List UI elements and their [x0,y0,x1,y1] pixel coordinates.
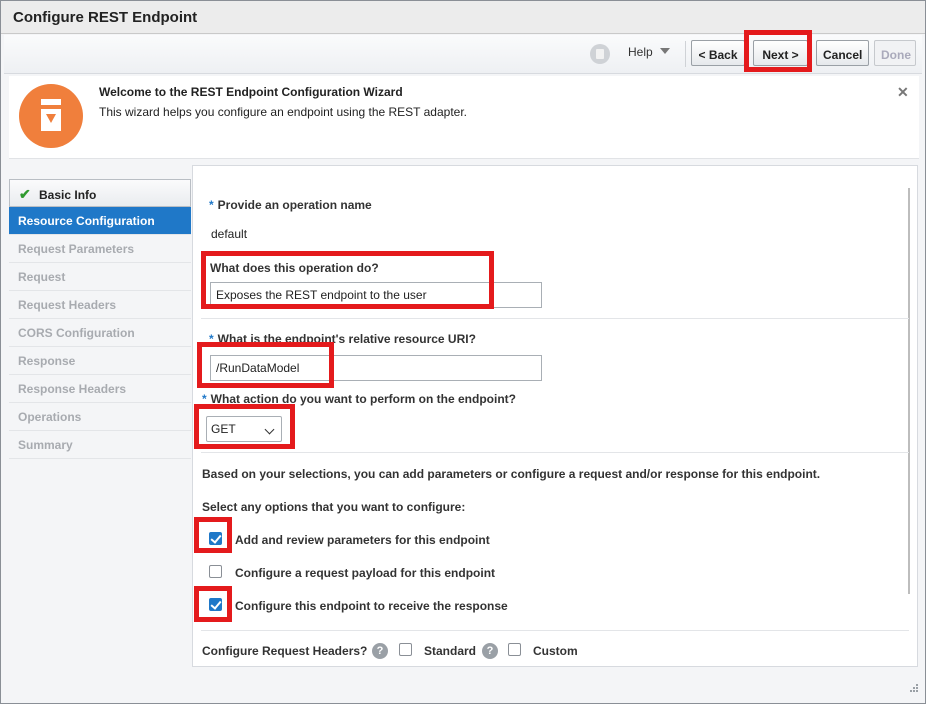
window-title: Configure REST Endpoint [13,9,198,26]
help-icon[interactable]: ? [482,643,498,659]
nav-item-resource-configuration[interactable]: Resource Configuration [9,207,191,235]
resource-config-form: * Provide an operation name default What … [192,165,918,667]
help-icon[interactable]: ? [372,643,388,659]
help-menu[interactable]: Help [628,45,653,59]
option-parameters-label: Add and review parameters for this endpo… [235,533,490,547]
option-request-label: Configure a request payload for this end… [235,566,496,580]
dialog-window: Configure REST Endpoint Help < Back Next… [0,0,926,704]
custom-headers-label: Custom [533,644,578,658]
divider [201,452,909,453]
option-response-label: Configure this endpoint to receive the r… [235,599,508,613]
resize-grip-icon[interactable] [907,681,919,693]
wizard-icon [19,84,83,148]
operation-desc-label: What does this operation do? [210,261,379,275]
uri-label: * What is the endpoint's relative resourc… [209,332,476,346]
operation-desc-input[interactable]: Exposes the REST endpoint to the user [210,282,542,308]
title-bar: Configure REST Endpoint [1,1,925,34]
option-request-checkbox[interactable] [209,565,222,578]
nav-item-cors-configuration: CORS Configuration [9,319,191,347]
nav-item-response: Response [9,347,191,375]
action-select[interactable]: GET [206,416,282,442]
nav-item-summary: Summary [9,431,191,459]
based-on-text: Based on your selections, you can add pa… [202,467,821,481]
cancel-button[interactable]: Cancel [816,40,869,66]
nav-item-request-headers: Request Headers [9,291,191,319]
wizard-toolbar: Help < Back Next > Cancel Done [4,35,922,74]
standard-headers-label: Standard [424,644,477,658]
checkmark-icon: ✔ [19,186,31,202]
back-button[interactable]: < Back [691,40,745,66]
chevron-down-icon [264,424,275,435]
option-parameters-checkbox[interactable] [209,532,222,545]
option-response-checkbox[interactable] [209,598,222,611]
divider [201,630,909,631]
select-options-text: Select any options that you want to conf… [202,500,466,514]
wizard-nav: ✔ Basic Info Resource Configuration Reque… [9,179,191,459]
close-icon[interactable]: ✕ [897,84,909,101]
user-assistance-icon[interactable] [590,44,610,64]
toolbar-separator [685,41,686,67]
welcome-panel: Welcome to the REST Endpoint Configurati… [9,76,919,159]
divider [201,318,909,319]
chevron-down-icon[interactable] [660,48,670,54]
uri-input[interactable]: /RunDataModel [210,355,542,381]
vertical-scrollbar[interactable] [908,188,910,594]
nav-item-basic-info[interactable]: ✔ Basic Info [9,179,191,207]
nav-item-response-headers: Response Headers [9,375,191,403]
next-button[interactable]: Next > [753,40,808,66]
operation-name-label: * Provide an operation name [209,198,372,212]
welcome-description: This wizard helps you configure an endpo… [99,105,468,119]
standard-headers-checkbox[interactable] [399,643,412,656]
nav-item-request-parameters: Request Parameters [9,235,191,263]
welcome-heading: Welcome to the REST Endpoint Configurati… [99,85,403,99]
nav-item-request: Request [9,263,191,291]
custom-headers-checkbox[interactable] [508,643,521,656]
nav-item-operations: Operations [9,403,191,431]
done-button: Done [874,40,916,66]
action-label: * What action do you want to perform on t… [202,392,516,406]
req-headers-label: Configure Request Headers? [202,644,368,658]
operation-name-value: default [211,227,248,241]
